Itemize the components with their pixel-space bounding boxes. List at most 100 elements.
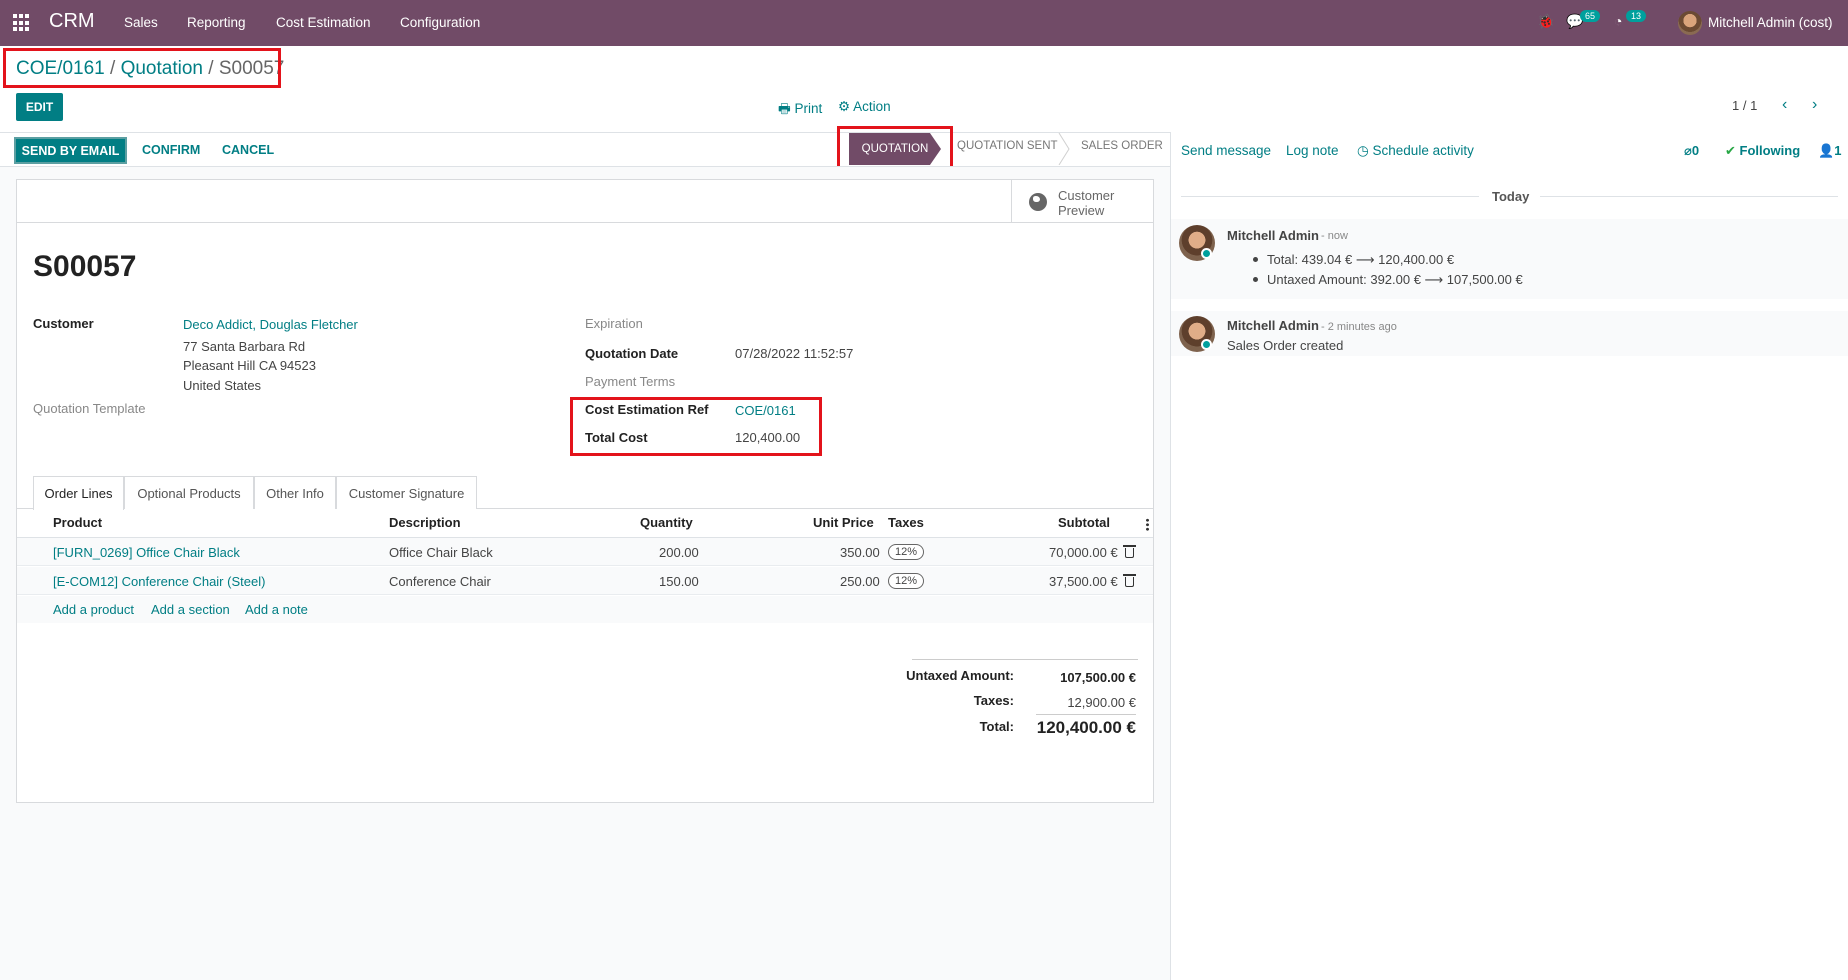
add-note-link[interactable]: Add a note <box>245 602 308 617</box>
address-line-2: Pleasant Hill CA 94523 <box>183 358 316 373</box>
row-product[interactable]: [FURN_0269] Office Chair Black <box>53 545 240 560</box>
menu-reporting[interactable]: Reporting <box>187 15 246 30</box>
today-divider-left <box>1181 196 1479 197</box>
chevron-left-icon[interactable]: ‹ <box>1782 96 1787 114</box>
quotation-date-field[interactable]: 07/28/2022 11:52:57 <box>735 346 853 361</box>
customer-label: Customer <box>33 316 94 331</box>
row-product[interactable]: [E-COM12] Conference Chair (Steel) <box>53 574 265 589</box>
list-bullet <box>1253 277 1258 282</box>
button-box-divider <box>16 222 1154 223</box>
confirm-button[interactable]: CONFIRM <box>142 143 200 157</box>
address-line-3: United States <box>183 378 262 393</box>
user-icon: 👤 <box>1818 143 1835 158</box>
add-product-link[interactable]: Add a product <box>53 602 134 617</box>
row-description[interactable]: Office Chair Black <box>389 545 493 560</box>
row-subtotal: 70,000.00 € <box>1049 545 1118 560</box>
following-button[interactable]: ✔ Following <box>1725 143 1800 159</box>
debug-bug-icon[interactable]: 🐞 <box>1537 13 1554 30</box>
customer-preview-line1: Customer <box>1058 188 1115 203</box>
chevron-right-icon[interactable]: › <box>1812 96 1817 114</box>
message-author[interactable]: Mitchell Admin <box>1227 228 1319 243</box>
customer-preview-label[interactable]: Customer Preview <box>1058 188 1114 218</box>
row-quantity[interactable]: 200.00 <box>659 545 699 560</box>
action-label: Action <box>853 99 891 114</box>
activities-clock-icon[interactable]: ◔ <box>1614 13 1622 29</box>
total-divider <box>1036 714 1136 715</box>
tab-other-info[interactable]: Other Info <box>254 476 336 509</box>
row-tax-badge[interactable]: 12% <box>888 573 925 589</box>
payment-terms-label: Payment Terms <box>585 374 676 389</box>
print-button[interactable]: 🖶 Print <box>778 99 822 122</box>
column-header-unit-price[interactable]: Unit Price <box>813 515 874 530</box>
column-header-subtotal[interactable]: Subtotal <box>1058 515 1110 530</box>
customer-preview-line2: Preview <box>1058 203 1105 218</box>
row-description[interactable]: Conference Chair <box>389 574 491 589</box>
app-brand[interactable]: CRM <box>49 10 95 33</box>
add-section-link[interactable]: Add a section <box>151 602 230 617</box>
send-message-button[interactable]: Send message <box>1181 143 1271 158</box>
tracking-value-total: Total: 439.04 € ⟶ 120,400.00 € <box>1267 252 1455 267</box>
row-unit-price[interactable]: 250.00 <box>840 574 880 589</box>
taxes-value: 12,900.00 € <box>1067 695 1136 710</box>
followers-button[interactable]: 👤1 <box>1818 143 1841 159</box>
paperclip-icon: ⌀ <box>1684 143 1692 158</box>
clock-icon: ◷ <box>1357 143 1373 158</box>
row-quantity[interactable]: 150.00 <box>659 574 699 589</box>
user-menu[interactable]: Mitchell Admin (cost) <box>1708 15 1833 30</box>
check-icon: ✔ <box>1725 143 1740 158</box>
tracking-value-untaxed: Untaxed Amount: 392.00 € ⟶ 107,500.00 € <box>1267 272 1523 287</box>
column-header-product[interactable]: Product <box>53 515 102 530</box>
taxes-label: Taxes: <box>973 693 1014 708</box>
expiration-label: Expiration <box>585 316 643 331</box>
row-unit-price[interactable]: 350.00 <box>840 545 880 560</box>
stage-separator <box>1058 133 1070 165</box>
list-bullet <box>1253 257 1258 262</box>
followers-count: 1 <box>1834 143 1842 158</box>
order-title: S00057 <box>33 250 137 283</box>
quotation-date-label: Quotation Date <box>585 346 679 361</box>
schedule-activity-label: Schedule activity <box>1372 143 1474 158</box>
gear-icon: ⚙ <box>838 99 854 114</box>
message-body: Sales Order created <box>1227 338 1344 353</box>
quotation-template-label: Quotation Template <box>33 401 146 416</box>
menu-sales[interactable]: Sales <box>124 15 158 30</box>
stage-sales-order[interactable]: SALES ORDER <box>1081 140 1163 152</box>
highlight-box-breadcrumb <box>3 48 281 88</box>
online-status-icon <box>1201 248 1212 259</box>
trash-icon[interactable] <box>1123 545 1136 558</box>
untaxed-amount-label: Untaxed Amount: <box>906 668 1014 683</box>
activities-count-badge: 13 <box>1626 10 1647 22</box>
optional-columns-icon[interactable] <box>1146 518 1149 531</box>
apps-menu-icon[interactable] <box>13 14 31 32</box>
address-line-1: 77 Santa Barbara Rd <box>183 339 306 354</box>
action-button[interactable]: ⚙ Action <box>838 99 891 115</box>
customer-field[interactable]: Deco Addict, Douglas Fletcher <box>183 317 358 332</box>
control-panel-divider <box>0 132 1170 133</box>
row-tax-badge[interactable]: 12% <box>888 544 925 560</box>
log-note-button[interactable]: Log note <box>1286 143 1339 158</box>
trash-icon[interactable] <box>1123 574 1136 587</box>
column-header-quantity[interactable]: Quantity <box>640 515 693 530</box>
today-separator: Today <box>1492 189 1530 204</box>
menu-configuration[interactable]: Configuration <box>400 15 480 30</box>
print-label: Print <box>794 101 823 116</box>
totals-divider <box>912 659 1138 660</box>
menu-cost-estimation[interactable]: Cost Estimation <box>276 15 371 30</box>
cancel-button[interactable]: CANCEL <box>222 143 274 157</box>
tab-order-lines[interactable]: Order Lines <box>33 476 124 510</box>
tab-customer-signature[interactable]: Customer Signature <box>336 476 477 509</box>
send-by-email-button[interactable]: SEND BY EMAIL <box>14 137 127 164</box>
edit-button[interactable]: EDIT <box>16 93 63 121</box>
tab-optional-products[interactable]: Optional Products <box>124 476 254 509</box>
column-header-taxes[interactable]: Taxes <box>888 515 924 530</box>
attachments-button[interactable]: ⌀0 <box>1684 143 1699 159</box>
message-author[interactable]: Mitchell Admin <box>1227 318 1319 333</box>
total-value: 120,400.00 € <box>1036 718 1136 737</box>
stage-quotation-sent[interactable]: QUOTATION SENT <box>957 140 1058 152</box>
top-navbar: CRM Sales Reporting Cost Estimation Conf… <box>0 0 1848 46</box>
user-avatar[interactable] <box>1678 11 1702 35</box>
schedule-activity-button[interactable]: ◷ Schedule activity <box>1357 143 1474 159</box>
following-label: Following <box>1739 143 1801 158</box>
pager-value[interactable]: 1 / 1 <box>1732 98 1757 113</box>
column-header-description[interactable]: Description <box>389 515 461 530</box>
